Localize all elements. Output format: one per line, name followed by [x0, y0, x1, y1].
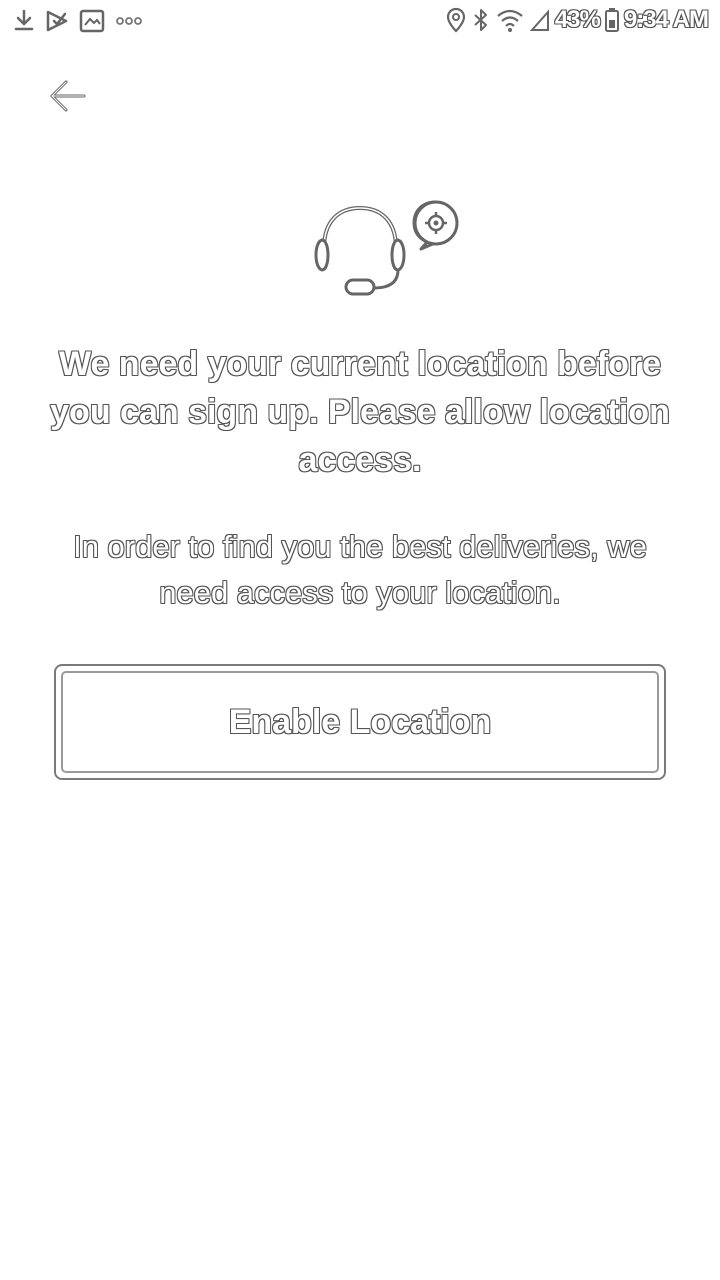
bluetooth-icon: [471, 6, 491, 34]
signal-icon: [529, 6, 551, 34]
location-pin-icon: [445, 6, 467, 34]
arrow-left-icon: [50, 80, 86, 112]
download-icon: [12, 8, 36, 34]
enable-location-button[interactable]: Enable Location: [54, 664, 666, 780]
enable-location-label: Enable Location: [228, 702, 492, 741]
description-text: In order to find you the best deliveries…: [73, 529, 647, 610]
battery-percent: 43%: [554, 6, 601, 33]
back-button[interactable]: [44, 74, 90, 118]
status-left-icons: [12, 8, 144, 34]
status-right-icons: 43% 9:34 AM: [445, 6, 709, 34]
more-dots-icon: [114, 8, 144, 34]
page-title: We need your current location before you…: [50, 345, 670, 479]
status-bar: 43% 9:34 AM: [0, 0, 720, 42]
battery-icon: [604, 6, 620, 34]
wifi-icon: [495, 6, 525, 34]
image-icon: [78, 8, 106, 34]
status-time: 9:34 AM: [623, 6, 709, 33]
headset-location-icon: [300, 196, 470, 306]
check-message-icon: [44, 8, 70, 34]
